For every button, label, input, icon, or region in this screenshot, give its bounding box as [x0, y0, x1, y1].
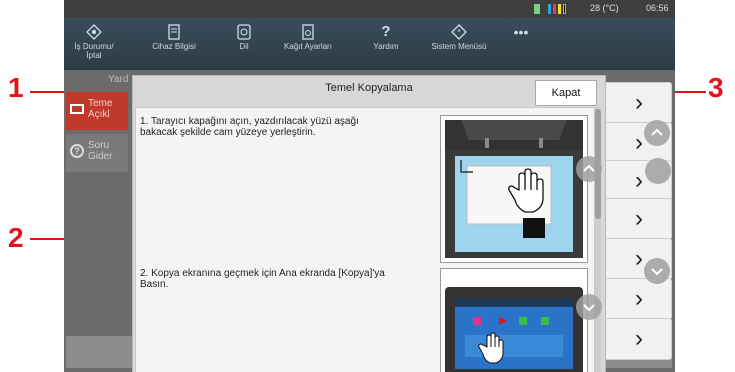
close-button[interactable]: Kapat [535, 80, 597, 106]
status-bar: 28 (°C) 06:56 [64, 0, 675, 18]
left-tab-label: Soru Gider [88, 140, 113, 162]
chevron-right-icon: › [635, 325, 643, 352]
nav-paper-settings[interactable]: Kağıt Ayarları [276, 18, 340, 70]
nav-label: Sistem Menüsü [431, 42, 487, 51]
more-icon: ••• [513, 24, 529, 40]
list-arrow-button-6[interactable]: › [600, 278, 672, 320]
nav-help[interactable]: ? Yardım [366, 18, 406, 70]
dialog-scroll-down-button[interactable] [576, 294, 602, 320]
callout-3: 3 [708, 72, 724, 103]
nav-label: Cihaz Bilgisi [152, 42, 196, 51]
chevron-right-icon: › [635, 245, 643, 272]
help-dialog: Temel Kopyalama Kapat 1. Tarayıcı kapağı… [132, 75, 671, 372]
left-tab-label: Teme Açıkl [88, 98, 113, 120]
toner-icon [534, 4, 540, 14]
chevron-right-icon: › [635, 205, 643, 232]
left-tab-basic[interactable]: Teme Açıkl [66, 92, 128, 130]
nav-job-status[interactable]: İş Durumu/ İptal [66, 18, 122, 70]
dialog-scrollbar[interactable] [595, 107, 601, 372]
svg-text:*: * [457, 28, 460, 37]
nav-label: Yardım [373, 42, 399, 51]
scroll-up-button[interactable] [645, 158, 671, 184]
list-arrow-button-7[interactable]: › [600, 318, 672, 360]
chevron-down-icon [651, 268, 663, 276]
paper-settings-icon [302, 24, 314, 40]
touchscreen-graphic [445, 287, 583, 372]
chevron-down-icon [583, 304, 595, 312]
dialog-content[interactable]: 1. Tarayıcı kapağını açın, yazdırılacak … [135, 107, 595, 372]
list-arrow-button-4[interactable]: › [600, 198, 672, 240]
chevron-up-icon [651, 128, 663, 136]
clock: 06:56 [646, 3, 669, 13]
callout-1: 1 [8, 72, 24, 103]
help-header-partial: Yard [108, 74, 129, 85]
nav-device-info[interactable]: Cihaz Bilgisi [138, 18, 210, 70]
device-screen: 28 (°C) 06:56 İş Durumu/ İptal Cihaz Bil… [64, 0, 675, 372]
step-1-text: 1. Tarayıcı kapağını açın, yazdırılacak … [140, 116, 359, 138]
top-navigation: İş Durumu/ İptal Cihaz Bilgisi Dil Kağıt… [64, 18, 675, 70]
chevron-right-icon: › [635, 89, 643, 116]
help-icon: ? [381, 23, 391, 40]
callout-2: 2 [8, 222, 24, 253]
nav-label: İş Durumu/ İptal [74, 42, 114, 60]
question-icon: ? [70, 144, 84, 158]
chevron-right-icon: › [635, 285, 643, 312]
step-2-text: 2. Kopya ekranına geçmek için Ana ekrand… [140, 268, 385, 290]
language-icon [237, 24, 251, 40]
dialog-scroll-up-button[interactable] [576, 156, 602, 182]
system-menu-icon: * [451, 24, 467, 40]
nav-label: Kağıt Ayarları [284, 42, 332, 51]
home-screen-illustration [440, 268, 588, 372]
scanner-graphic [445, 120, 583, 258]
nav-language[interactable]: Dil [224, 18, 264, 70]
nav-more[interactable]: ••• [504, 18, 538, 70]
list-arrow-button-1[interactable]: › [600, 82, 672, 124]
chevron-up-icon [583, 164, 595, 172]
left-tab-troubleshooting[interactable]: ? Soru Gider [66, 134, 128, 172]
nav-label: Dil [239, 42, 249, 51]
scanner-illustration [440, 115, 588, 263]
display-icon [70, 104, 84, 114]
temperature-readout: 28 (°C) [590, 3, 619, 13]
device-info-icon [168, 24, 180, 40]
toner-levels-icon [548, 4, 568, 14]
nav-system-menu[interactable]: * Sistem Menüsü [424, 18, 494, 70]
scroll-down-button-outer[interactable] [644, 258, 670, 284]
chevron-right-icon: › [635, 167, 643, 194]
job-status-icon [86, 24, 102, 40]
chevron-right-icon: › [635, 129, 643, 156]
scroll-up-button-outer[interactable] [644, 120, 670, 146]
